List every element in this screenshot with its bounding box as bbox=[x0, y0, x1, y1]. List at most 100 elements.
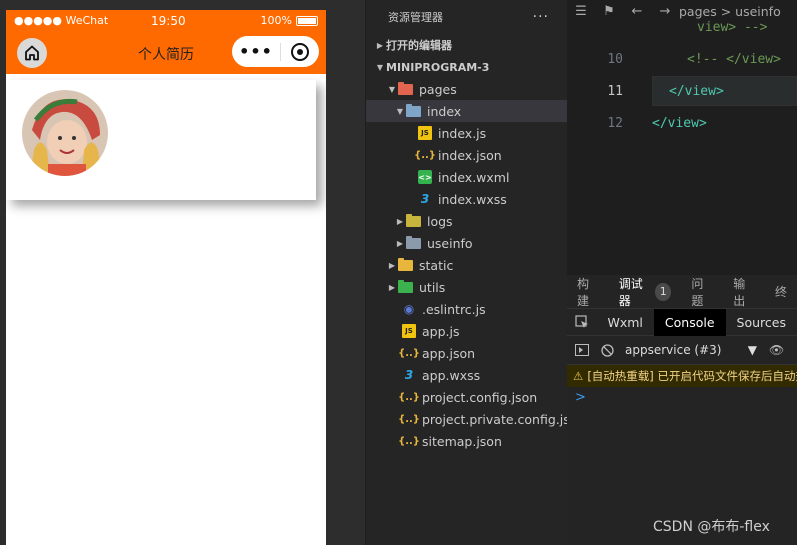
code-editor: ☰ ⚑ ← → pages > useinfo view> --> 10 <!-… bbox=[567, 0, 797, 275]
code-line[interactable]: <!-- </view> bbox=[687, 52, 781, 67]
list-icon[interactable]: ☰ bbox=[567, 4, 595, 19]
tree-item-index-json[interactable]: {..} index.json bbox=[366, 144, 567, 166]
project-label: MINIPROGRAM-3 bbox=[386, 60, 490, 74]
explorer-panel: 资源管理器 ··· ▶ 打开的编辑器 ▼ MINIPROGRAM-3 ▼ pag… bbox=[366, 0, 582, 545]
tree-item-pages[interactable]: ▼ pages bbox=[366, 78, 567, 100]
explorer-title: 资源管理器 bbox=[388, 11, 443, 24]
signal-indicator: ●●●●● WeChat bbox=[14, 14, 109, 27]
tab-console[interactable]: Console bbox=[653, 308, 726, 336]
phone-screen: ●●●●● WeChat 19:50 100% 个人简历 ••• bbox=[6, 10, 326, 545]
wxml-file-icon: <> bbox=[418, 170, 432, 184]
context-select[interactable]: appservice (#3) ▼ bbox=[625, 343, 763, 357]
tree-item-label: .eslintrc.js bbox=[422, 301, 486, 317]
context-value: appservice (#3) bbox=[625, 343, 722, 357]
tree-item-label: index.json bbox=[438, 147, 502, 163]
tree-item-useinfo[interactable]: ▶ useinfo bbox=[366, 232, 567, 254]
folder-icon bbox=[398, 279, 413, 293]
tree-item-label: logs bbox=[427, 213, 453, 229]
navigation-bar: 个人简历 ••• bbox=[6, 32, 326, 74]
tree-item-label: index.wxss bbox=[438, 191, 507, 207]
tree-item-index-js[interactable]: JS index.js bbox=[366, 122, 567, 144]
back-arrow-icon[interactable]: ← bbox=[623, 4, 651, 19]
explorer-more-button[interactable]: ··· bbox=[533, 9, 549, 25]
clear-console-icon[interactable] bbox=[597, 343, 617, 357]
console-prompt[interactable]: > bbox=[567, 387, 797, 407]
status-time: 19:50 bbox=[151, 14, 186, 28]
avatar[interactable] bbox=[22, 90, 108, 176]
tree-item-static[interactable]: ▶ static bbox=[366, 254, 567, 276]
line-number: 10 bbox=[607, 52, 623, 67]
tree-item-label: index.wxml bbox=[438, 169, 510, 185]
chevron-down-icon: ▼ bbox=[376, 62, 384, 72]
code-line[interactable]: </view> bbox=[669, 84, 724, 99]
avatar-photo bbox=[22, 90, 108, 176]
status-bar: ●●●●● WeChat 19:50 100% bbox=[6, 10, 326, 32]
forward-arrow-icon[interactable]: → bbox=[651, 4, 679, 19]
tab-build[interactable]: 构建 bbox=[567, 275, 609, 309]
debugger-panel: 构建 调试器 1 问题 输出 终 Wxml Console Sources ap… bbox=[567, 275, 797, 545]
folder-open-icon bbox=[406, 103, 421, 117]
watermark: CSDN @布布-flex bbox=[653, 519, 770, 535]
chevron-right-icon: ▶ bbox=[388, 260, 396, 270]
close-miniprogram-button[interactable] bbox=[281, 42, 319, 61]
tree-item-logs[interactable]: ▶ logs bbox=[366, 210, 567, 232]
tab-debugger[interactable]: 调试器 1 bbox=[609, 275, 682, 309]
bookmark-icon[interactable]: ⚑ bbox=[595, 4, 623, 19]
tree-item-label: app.json bbox=[422, 345, 476, 361]
chevron-right-icon: ▶ bbox=[388, 282, 396, 292]
more-menu-button[interactable]: ••• bbox=[232, 42, 280, 61]
tree-item-label: index.js bbox=[438, 125, 487, 141]
simulator-panel: ●●●●● WeChat 19:50 100% 个人简历 ••• bbox=[0, 0, 334, 545]
profile-card bbox=[6, 80, 316, 200]
tree-item-index-wxml[interactable]: <> index.wxml bbox=[366, 166, 567, 188]
tree-item-sitemap[interactable]: {..} sitemap.json bbox=[366, 430, 567, 452]
tab-terminal[interactable]: 终 bbox=[765, 275, 797, 309]
dropdown-arrow-icon: ▼ bbox=[747, 343, 757, 357]
eye-icon[interactable]: 👁 bbox=[769, 343, 784, 357]
sidebar-toggle-icon[interactable] bbox=[567, 344, 597, 356]
panel-tabs: 构建 调试器 1 问题 输出 终 bbox=[567, 275, 797, 309]
code-line[interactable]: </view> bbox=[652, 116, 707, 131]
console-warning: ⚠ [自动热重载] 已开启代码文件保存后自动热重载 bbox=[567, 365, 797, 387]
folder-icon bbox=[398, 81, 413, 95]
open-editors-section[interactable]: ▶ 打开的编辑器 bbox=[366, 34, 567, 56]
tree-item-app-json[interactable]: {..} app.json bbox=[366, 342, 567, 364]
eslint-file-icon: ◉ bbox=[403, 302, 415, 316]
css-file-icon: 3 bbox=[404, 368, 414, 382]
open-editors-label: 打开的编辑器 bbox=[386, 39, 452, 52]
tree-item-app-js[interactable]: JS app.js bbox=[366, 320, 567, 342]
tree-item-label: sitemap.json bbox=[422, 433, 502, 449]
json-file-icon: {..} bbox=[414, 149, 436, 161]
css-file-icon: 3 bbox=[420, 192, 430, 206]
tab-problems[interactable]: 问题 bbox=[681, 275, 723, 309]
js-file-icon: JS bbox=[402, 324, 416, 338]
tree-item-eslintrc[interactable]: ◉ .eslintrc.js bbox=[366, 298, 567, 320]
tab-output[interactable]: 输出 bbox=[723, 275, 765, 309]
explorer-header: 资源管理器 ··· bbox=[366, 0, 567, 34]
chevron-right-icon: ▶ bbox=[376, 40, 384, 50]
battery-indicator: 100% bbox=[261, 14, 318, 27]
json-file-icon: {..} bbox=[398, 391, 420, 403]
tree-item-label: pages bbox=[419, 81, 457, 97]
code-line[interactable]: view> --> bbox=[697, 20, 767, 35]
tree-item-project-config[interactable]: {..} project.config.json bbox=[366, 386, 567, 408]
tab-wxml[interactable]: Wxml bbox=[597, 309, 654, 336]
capsule-menu: ••• bbox=[232, 36, 319, 67]
tab-sources[interactable]: Sources bbox=[726, 309, 797, 336]
tree-item-label: project.config.json bbox=[422, 389, 538, 405]
folder-icon bbox=[406, 213, 421, 227]
tree-item-project-private-config[interactable]: {..} project.private.config.js... bbox=[366, 408, 582, 430]
chevron-right-icon: ▶ bbox=[396, 238, 404, 248]
inspect-element-icon[interactable] bbox=[567, 315, 597, 329]
tree-item-label: useinfo bbox=[427, 235, 473, 251]
breadcrumb[interactable]: pages > useinfo bbox=[679, 4, 781, 19]
tree-item-label: static bbox=[419, 257, 454, 273]
folder-icon bbox=[406, 235, 421, 249]
tree-item-index-wxss[interactable]: 3 index.wxss bbox=[366, 188, 567, 210]
tree-item-app-wxss[interactable]: 3 app.wxss bbox=[366, 364, 567, 386]
tree-item-index-folder[interactable]: ▼ index bbox=[366, 100, 567, 122]
json-file-icon: {..} bbox=[398, 413, 420, 425]
tree-item-utils[interactable]: ▶ utils bbox=[366, 276, 567, 298]
battery-icon bbox=[296, 15, 318, 26]
project-section[interactable]: ▼ MINIPROGRAM-3 bbox=[366, 56, 567, 78]
